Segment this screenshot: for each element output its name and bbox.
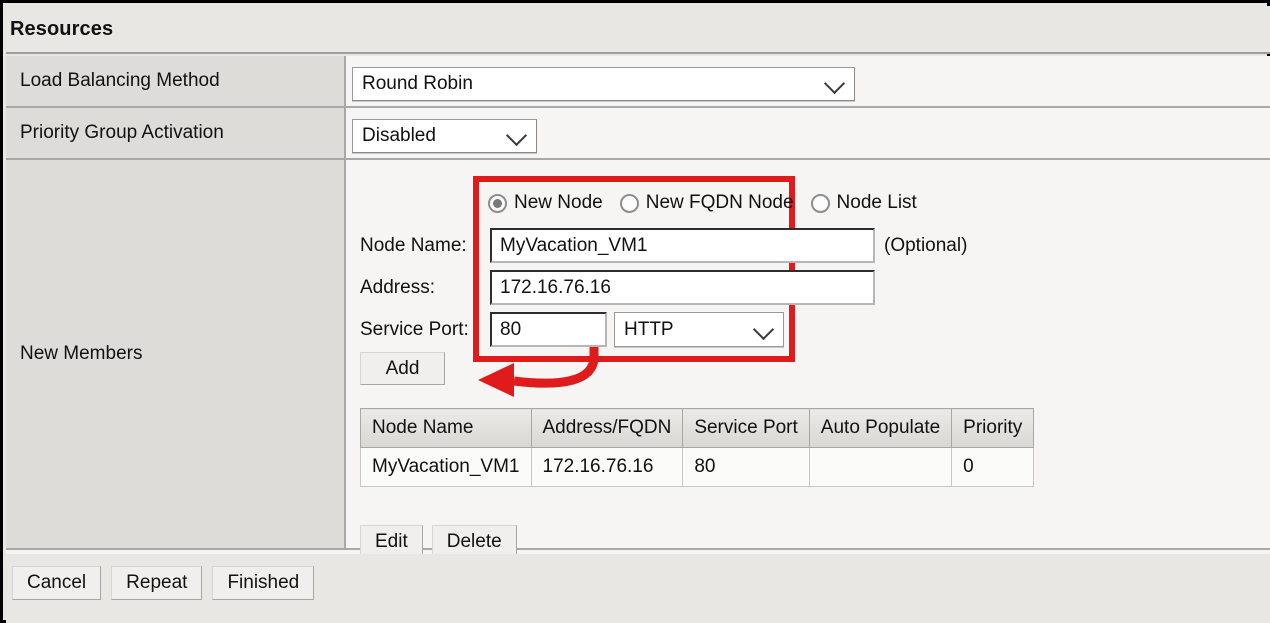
radio-new-fqdn-node[interactable] [619, 193, 639, 213]
service-port-protocol-value: HTTP [624, 318, 674, 340]
new-members-form: New Node New FQDN Node Node List Node Na… [352, 170, 1270, 558]
cancel-button[interactable]: Cancel [12, 566, 102, 600]
row-priority-group-activation: Priority Group Activation Disabled [6, 108, 1270, 160]
row-new-members: New Members New Node New FQDN Node Node … [6, 160, 1270, 558]
address-input[interactable]: 172.16.76.16 [490, 270, 875, 305]
node-name-label: Node Name: [360, 234, 467, 256]
radio-label-node-list: Node List [836, 192, 917, 213]
chevron-down-icon [505, 124, 528, 147]
field-priority-group-activation: Disabled [346, 108, 1270, 158]
cell-priority: 0 [951, 447, 1035, 487]
chevron-down-icon [823, 72, 846, 95]
resources-panel: Resources Load Balancing Method Round Ro… [0, 0, 1270, 623]
chevron-down-icon [752, 318, 775, 340]
column-header-service-port: Service Port [682, 408, 810, 448]
table-header-row: Node Name Address/FQDN Service Port Auto… [360, 408, 1035, 448]
priority-group-activation-value: Disabled [362, 125, 436, 146]
finished-button[interactable]: Finished [212, 566, 315, 600]
column-header-address-fqdn: Address/FQDN [530, 408, 684, 448]
service-port-input[interactable]: 80 [490, 312, 607, 347]
field-new-members: New Node New FQDN Node Node List Node Na… [346, 160, 1270, 558]
section-header: Resources [6, 6, 1270, 54]
cell-service-port: 80 [682, 447, 810, 487]
load-balancing-method-value: Round Robin [362, 73, 473, 94]
service-port-protocol-select[interactable]: HTTP [614, 312, 784, 347]
priority-group-activation-select[interactable]: Disabled [352, 119, 537, 153]
page-title: Resources [10, 17, 114, 40]
column-header-node-name: Node Name [360, 408, 532, 448]
node-type-radio-group: New Node New FQDN Node Node List [488, 192, 934, 214]
cell-node-name: MyVacation_VM1 [360, 447, 532, 487]
radio-new-node[interactable] [488, 193, 507, 213]
label-load-balancing-method: Load Balancing Method [6, 56, 346, 106]
row-load-balancing-method: Load Balancing Method Round Robin [6, 56, 1270, 108]
radio-label-new-node: New Node [514, 192, 603, 213]
radio-node-list[interactable] [810, 193, 830, 213]
column-header-auto-populate: Auto Populate [808, 408, 953, 448]
table-row[interactable]: MyVacation_VM1 172.16.76.16 80 0 [360, 447, 1035, 487]
column-header-priority: Priority [951, 408, 1035, 448]
address-label: Address: [360, 276, 435, 298]
field-load-balancing-method: Round Robin [346, 56, 1270, 106]
node-name-input[interactable]: MyVacation_VM1 [490, 228, 875, 263]
load-balancing-method-select[interactable]: Round Robin [352, 67, 855, 101]
label-priority-group-activation: Priority Group Activation [6, 108, 346, 158]
repeat-button[interactable]: Repeat [111, 566, 203, 600]
service-port-field-row: Service Port: 80 HTTP [360, 312, 784, 347]
cell-auto-populate [808, 447, 953, 487]
radio-label-new-fqdn-node: New FQDN Node [645, 192, 794, 213]
add-button[interactable]: Add [360, 352, 445, 385]
node-name-field-row: Node Name: MyVacation_VM1 (Optional) [360, 228, 967, 263]
service-port-label: Service Port: [360, 318, 469, 340]
node-name-optional-hint: (Optional) [884, 234, 968, 256]
settings-rows: Load Balancing Method Round Robin Priori… [6, 56, 1270, 558]
footer-actions: Cancel Repeat Finished [6, 554, 1270, 623]
address-field-row: Address: 172.16.76.16 [360, 270, 875, 305]
cell-address-fqdn: 172.16.76.16 [530, 447, 684, 487]
members-table: Node Name Address/FQDN Service Port Auto… [360, 408, 1035, 487]
label-new-members: New Members [6, 160, 346, 548]
